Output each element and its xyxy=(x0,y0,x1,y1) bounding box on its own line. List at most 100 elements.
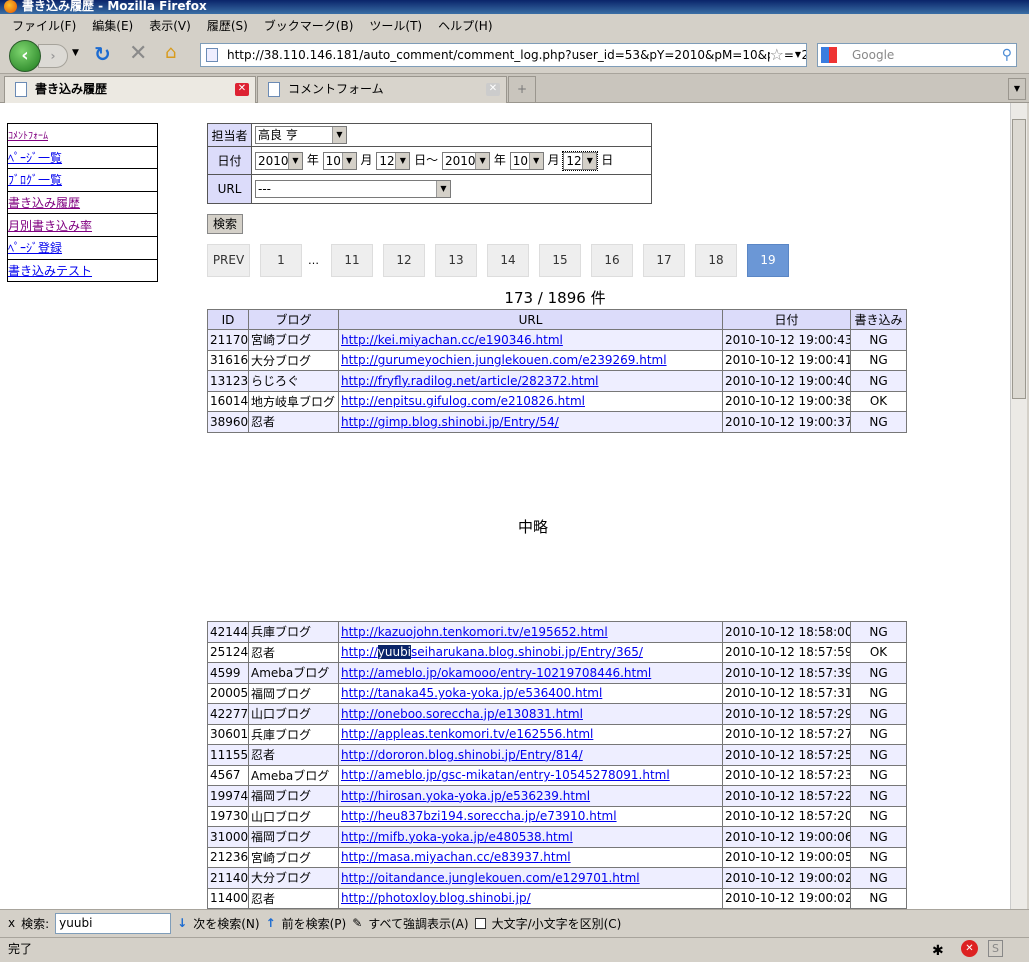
range-separator: 日～ xyxy=(414,153,439,168)
comment-log-table: ID ブログ URL 日付 書き込み 21170 宮崎ブログ http://kei.… xyxy=(207,309,907,433)
url-link[interactable]: http://oneboo.soreccha.jp/e130831.html xyxy=(341,707,583,721)
url-link[interactable]: http://hirosan.yoka-yoka.jp/e536239.html xyxy=(341,789,590,803)
cell-id: 21236 xyxy=(207,846,249,868)
url-link[interactable]: http://gurumeyochien.junglekouen.com/e23… xyxy=(341,353,667,367)
url-link[interactable]: http://photoxloy.blog.shinobi.jp/ xyxy=(341,891,531,905)
menu-file[interactable]: ファイル(F) xyxy=(4,17,84,34)
cell-date: 2010-10-12 19:00:06 xyxy=(722,826,851,848)
url-select[interactable]: --- ▼ xyxy=(255,180,451,198)
pagination-page[interactable]: 16 xyxy=(591,244,633,277)
s-addon-icon[interactable]: S xyxy=(988,940,1003,957)
reload-icon[interactable]: ↻ xyxy=(94,42,111,66)
url-link[interactable]: http://masa.miyachan.cc/e83937.html xyxy=(341,850,571,864)
cell-url: http://oneboo.soreccha.jp/e130831.html xyxy=(338,703,723,725)
person-label: 担当者 xyxy=(207,123,252,147)
cell-id: 31000 xyxy=(207,826,249,848)
table-row: 4567 Amebaブログ http://ameblo.jp/gsc-mikatan… xyxy=(207,764,907,786)
to-month-select[interactable]: 10 ▼ xyxy=(509,151,544,170)
menu-bookmarks[interactable]: ブックマーク(B) xyxy=(256,17,362,34)
url-bar[interactable]: http://38.110.146.181/auto_comment/comme… xyxy=(200,43,807,67)
find-input[interactable]: yuubi xyxy=(55,912,172,934)
stop-icon[interactable]: ✕ xyxy=(129,41,147,66)
url-link[interactable]: http://kei.miyachan.cc/e190346.html xyxy=(341,333,563,347)
cell-result: NG xyxy=(850,662,907,684)
sidebar-item-monthly-rate[interactable]: 月別書き込み率 xyxy=(8,219,92,233)
error-icon[interactable]: ✕ xyxy=(961,940,978,957)
person-select[interactable]: 高良 亨 ▼ xyxy=(255,126,347,144)
cell-result: NG xyxy=(850,826,907,848)
menu-view[interactable]: 表示(V) xyxy=(141,17,199,34)
cell-url: http://gimp.blog.shinobi.jp/Entry/54/ xyxy=(338,411,723,433)
url-link[interactable]: http://kazuojohn.tenkomori.tv/e195652.ht… xyxy=(341,625,608,639)
pagination-page[interactable]: 11 xyxy=(331,244,373,277)
pagination-prev[interactable]: PREV xyxy=(207,244,250,277)
sidebar-item-blog-list[interactable]: ﾌﾞﾛｸﾞ一覧 xyxy=(8,173,62,187)
sidebar-item-page-list[interactable]: ﾍﾟｰｼﾞ一覧 xyxy=(8,151,62,165)
search-button[interactable]: 検索 xyxy=(207,214,243,234)
scrollbar-thumb[interactable] xyxy=(1012,119,1026,399)
url-link[interactable]: http://fryfly.radilog.net/article/282372… xyxy=(341,374,599,388)
pagination-page[interactable]: 17 xyxy=(643,244,685,277)
home-icon[interactable]: ⌂ xyxy=(165,42,176,63)
url-link[interactable]: http://ameblo.jp/gsc-mikatan/entry-10545… xyxy=(341,768,670,782)
tab-comment-form[interactable]: コメントフォーム ✕ xyxy=(257,76,507,103)
sidebar-item-page-register[interactable]: ﾍﾟｰｼﾞ登録 xyxy=(8,241,62,255)
bookmark-star-icon[interactable]: ☆ xyxy=(769,44,784,66)
web-search-box[interactable]: Google ⚲ xyxy=(817,43,1017,67)
find-next-button[interactable]: 次を検索(N) xyxy=(193,915,259,932)
new-tab-button[interactable]: + xyxy=(508,76,536,103)
highlight-all-button[interactable]: すべて強調表示(A) xyxy=(368,915,468,932)
url-link[interactable]: http://oitandance.junglekouen.com/e12970… xyxy=(341,871,640,885)
tab-list-button[interactable]: ▼ xyxy=(1008,78,1026,100)
forward-button[interactable]: › xyxy=(38,44,68,68)
tab-comment-log[interactable]: 書き込み履歴 ✕ xyxy=(4,76,256,103)
pagination-page[interactable]: 13 xyxy=(435,244,477,277)
close-find-bar-icon[interactable]: x xyxy=(8,916,15,930)
bug-icon[interactable]: ✱ xyxy=(932,940,944,962)
close-tab-icon[interactable]: ✕ xyxy=(486,83,500,96)
vertical-scrollbar[interactable] xyxy=(1010,103,1027,909)
pagination-current-page[interactable]: 19 xyxy=(747,244,789,277)
pagination-page[interactable]: 14 xyxy=(487,244,529,277)
url-link[interactable]: http://dororon.blog.shinobi.jp/Entry/814… xyxy=(341,748,583,762)
url-dropdown-icon[interactable]: ▼ xyxy=(794,44,801,66)
url-link[interactable]: http://gimp.blog.shinobi.jp/Entry/54/ xyxy=(341,415,559,429)
cell-date: 2010-10-12 18:57:27 xyxy=(722,723,851,745)
history-dropdown-icon[interactable]: ▼ xyxy=(72,48,79,58)
from-month-select[interactable]: 10 ▼ xyxy=(322,151,357,170)
url-link[interactable]: http://ameblo.jp/okamooo/entry-102197084… xyxy=(341,666,651,680)
pagination-page[interactable]: 1 xyxy=(260,244,302,277)
url-link[interactable]: http://enpitsu.gifulog.com/e210826.html xyxy=(341,394,585,408)
url-text[interactable]: http://38.110.146.181/auto_comment/comme… xyxy=(227,48,806,62)
url-link[interactable]: http://yuubiseiharukana.blog.shinobi.jp/… xyxy=(341,645,643,659)
sidebar-item-write-history[interactable]: 書き込み履歴 xyxy=(8,196,80,210)
from-day-select[interactable]: 12 ▼ xyxy=(376,151,411,170)
url-link[interactable]: http://mifb.yoka-yoka.jp/e480538.html xyxy=(341,830,573,844)
cell-id: 19974 xyxy=(207,785,249,807)
google-icon[interactable] xyxy=(821,47,837,63)
find-prev-button[interactable]: 前を検索(P) xyxy=(282,915,347,932)
cell-date: 2010-10-12 19:00:41 xyxy=(722,349,851,371)
menu-tools[interactable]: ツール(T) xyxy=(361,17,430,34)
sidebar-item-write-test[interactable]: 書き込みテスト xyxy=(8,264,92,278)
url-link[interactable]: http://heu837bzi194.soreccha.jp/e73910.h… xyxy=(341,809,617,823)
from-year-select[interactable]: 2010 ▼ xyxy=(255,151,303,170)
menu-history[interactable]: 履歴(S) xyxy=(199,17,256,34)
menu-help[interactable]: ヘルプ(H) xyxy=(430,17,500,34)
url-link[interactable]: http://appleas.tenkomori.tv/e162556.html xyxy=(341,727,593,741)
match-case-checkbox[interactable] xyxy=(474,917,486,929)
pagination-page[interactable]: 12 xyxy=(383,244,425,277)
sidebar-item-comment-form[interactable]: ｺﾒﾝﾄﾌｫｰﾑ xyxy=(8,131,48,142)
pagination-page[interactable]: 18 xyxy=(695,244,737,277)
cell-url: http://gurumeyochien.junglekouen.com/e23… xyxy=(338,349,723,371)
pagination-page[interactable]: 15 xyxy=(539,244,581,277)
back-button[interactable]: ‹ xyxy=(9,40,41,72)
to-year-select[interactable]: 2010 ▼ xyxy=(442,151,491,170)
cell-blog: 山口ブログ xyxy=(248,805,339,827)
url-link[interactable]: http://tanaka45.yoka-yoka.jp/e536400.htm… xyxy=(341,686,602,700)
close-tab-icon[interactable]: ✕ xyxy=(235,83,249,96)
menu-edit[interactable]: 編集(E) xyxy=(84,17,141,34)
to-day-select[interactable]: 12 ▼ xyxy=(562,150,599,171)
dropdown-arrow-icon: ▼ xyxy=(332,127,346,143)
search-magnifier-icon[interactable]: ⚲ xyxy=(1002,44,1012,66)
